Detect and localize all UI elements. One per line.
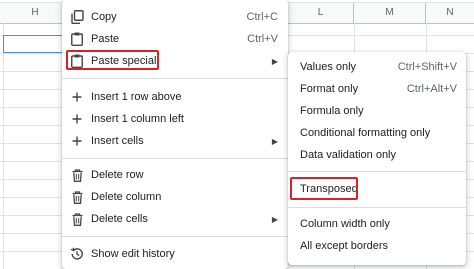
plus-icon xyxy=(70,90,84,104)
menu-item-delete-cells[interactable]: Delete cells ▶ xyxy=(62,208,288,230)
copy-icon xyxy=(70,10,84,24)
column-header-n[interactable]: N xyxy=(426,3,474,23)
menu-divider xyxy=(62,158,288,159)
trash-icon xyxy=(70,212,84,226)
submenu-arrow-icon: ▶ xyxy=(271,56,278,66)
column-header-m[interactable]: M xyxy=(354,3,426,23)
menu-item-copy[interactable]: Copy Ctrl+C xyxy=(62,6,288,28)
plus-icon xyxy=(70,134,84,148)
menu-item-paste[interactable]: Paste Ctrl+V xyxy=(62,28,288,50)
trash-icon xyxy=(70,168,84,182)
menu-item-insert-row-above[interactable]: Insert 1 row above xyxy=(62,86,288,108)
paste-special-submenu: Values only Ctrl+Shift+V Format only Ctr… xyxy=(288,52,466,265)
submenu-item-format-only[interactable]: Format only Ctrl+Alt+V xyxy=(288,78,466,100)
menu-divider xyxy=(288,207,466,208)
submenu-arrow-icon: ▶ xyxy=(271,214,278,224)
menu-item-insert-cells[interactable]: Insert cells ▶ xyxy=(62,130,288,152)
submenu-item-all-except-borders[interactable]: All except borders xyxy=(288,235,466,257)
column-header-l[interactable]: L xyxy=(288,3,354,23)
submenu-item-column-width-only[interactable]: Column width only xyxy=(288,213,466,235)
history-icon xyxy=(70,247,84,261)
plus-icon xyxy=(70,112,84,126)
submenu-item-data-validation-only[interactable]: Data validation only xyxy=(288,144,466,166)
transposed-highlight xyxy=(290,177,358,200)
menu-item-show-edit-history[interactable]: Show edit history xyxy=(62,243,288,265)
submenu-arrow-icon: ▶ xyxy=(271,136,278,146)
submenu-item-conditional-formatting-only[interactable]: Conditional formatting only xyxy=(288,122,466,144)
menu-divider xyxy=(288,171,466,172)
context-menu: Copy Ctrl+C Paste Ctrl+V Paste special ▶… xyxy=(62,0,288,269)
paste-special-highlight xyxy=(66,50,159,70)
submenu-item-values-only[interactable]: Values only Ctrl+Shift+V xyxy=(288,56,466,78)
column-header-h[interactable]: H xyxy=(3,3,68,23)
submenu-item-formula-only[interactable]: Formula only xyxy=(288,100,466,122)
trash-icon xyxy=(70,190,84,204)
menu-item-delete-column[interactable]: Delete column xyxy=(62,186,288,208)
paste-icon xyxy=(70,32,84,46)
menu-item-delete-row[interactable]: Delete row xyxy=(62,164,288,186)
menu-item-insert-column-left[interactable]: Insert 1 column left xyxy=(62,108,288,130)
menu-divider xyxy=(62,236,288,237)
selected-cell[interactable] xyxy=(3,35,65,53)
menu-divider xyxy=(62,78,288,79)
